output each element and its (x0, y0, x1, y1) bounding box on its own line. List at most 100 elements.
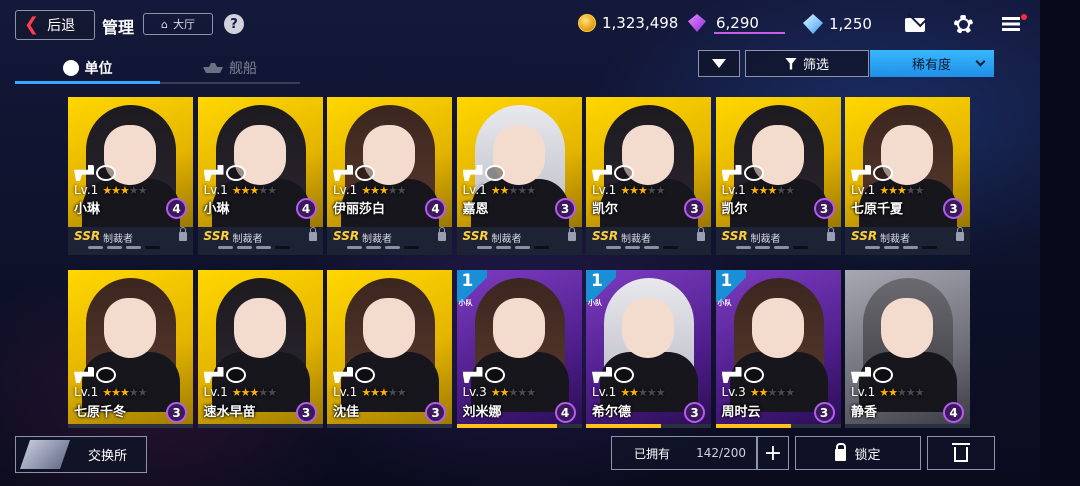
unit-name: 七原千夏 (851, 202, 904, 217)
unit-card[interactable]: Lv.1 ★★★★★ 凯尔 3 SSR 制裁者 (586, 97, 711, 255)
role-label: 制裁者 (491, 234, 522, 245)
unit-card[interactable]: Lv.1 ★★★★★ 小琳 4 SSR 制裁者 (68, 97, 193, 255)
unit-card[interactable]: Lv.1 ★★★★★ 沈佳 3 (327, 270, 452, 428)
lock-button[interactable]: 锁定 (795, 436, 921, 470)
character-face (881, 298, 933, 358)
character-face (104, 298, 156, 358)
sort-order-dropdown[interactable] (698, 50, 740, 77)
sort-rarity-button[interactable]: 稀有度 (870, 50, 994, 77)
owned-label: 已拥有 (634, 446, 671, 461)
back-label: 后退 (47, 18, 76, 34)
unit-type-icons (851, 165, 893, 181)
help-icon[interactable]: ? (224, 14, 244, 34)
unit-card[interactable]: Lv.1 ★★★★★ 七原千夏 3 SSR 制裁者 (845, 97, 970, 255)
unit-name: 嘉恩 (462, 202, 489, 217)
unit-count-badge: 3 (554, 198, 576, 219)
unit-level: Lv.1 (333, 385, 358, 399)
star-rating: ★★★★★ (361, 385, 406, 399)
role-type-icon (743, 165, 764, 181)
level-row: Lv.1 ★★★★★ (204, 385, 278, 399)
level-row: Lv.1 ★★★★★ (462, 183, 537, 197)
unit-name: 沈佳 (333, 405, 360, 420)
character-face (622, 298, 674, 358)
exchange-icon (20, 440, 70, 469)
lobby-button[interactable]: ⌂ 大厅 (143, 13, 213, 35)
unit-type-icons (592, 367, 634, 383)
tab-units[interactable]: 单位 (15, 54, 160, 84)
mail-icon[interactable] (905, 18, 925, 32)
role-type-icon (484, 165, 505, 181)
exchange-button[interactable]: 交换所 (15, 436, 147, 473)
expand-capacity-button[interactable]: + (757, 436, 789, 470)
unit-type-icons (462, 165, 505, 181)
unit-count-badge: 4 (943, 402, 964, 423)
character-face (751, 298, 804, 358)
skill-slots (476, 246, 549, 249)
tab-ships[interactable]: 舰船 (160, 54, 300, 84)
rarity-label: SSR (333, 229, 360, 243)
menu-icon[interactable] (1002, 17, 1020, 31)
unit-count-badge: 3 (813, 402, 835, 423)
exp-bar (197, 424, 323, 428)
role-type-icon (355, 367, 375, 383)
unit-card[interactable]: 1 小队 Lv.3 ★★★★★ 周时云 3 (715, 270, 841, 428)
card-footer: SSR 制裁者 (197, 227, 323, 255)
unit-name: 凯尔 (721, 202, 748, 217)
unit-type-icons (74, 367, 116, 383)
unit-card[interactable]: Lv.1 ★★★★★ 速水早苗 3 (197, 270, 323, 428)
unit-card[interactable]: 1 小队 Lv.1 ★★★★★ 希尔德 3 (586, 270, 711, 428)
unit-name: 静香 (851, 405, 878, 420)
unit-name: 小琳 (74, 202, 101, 217)
unit-count-badge: 4 (295, 198, 317, 219)
gem-counter[interactable]: 6,290 (688, 14, 759, 32)
unit-type-icons (203, 367, 246, 383)
role-type-icon (355, 165, 375, 181)
filter-button[interactable]: 筛选 (745, 50, 869, 77)
back-button[interactable]: ❮ 后退 (15, 10, 95, 40)
diamond-counter[interactable]: 1,250 (803, 14, 872, 34)
unit-card[interactable]: 1 小队 Lv.3 ★★★★★ 刘米娜 4 (456, 270, 582, 428)
filter-label: 筛选 (802, 58, 829, 73)
lock-icon (438, 227, 446, 241)
unit-level: Lv.1 (851, 385, 876, 399)
unit-card[interactable]: Lv.1 ★★★★★ 小琳 4 SSR 制裁者 (197, 97, 323, 255)
tab-units-label: 单位 (84, 61, 113, 77)
unit-level: Lv.1 (462, 183, 487, 197)
skill-slots (735, 246, 808, 249)
unit-card[interactable]: Lv.1 ★★★★★ 嘉恩 3 SSR 制裁者 (456, 97, 582, 255)
trash-icon (952, 443, 970, 462)
unit-type-icons (333, 367, 375, 383)
level-row: Lv.1 ★★★★★ (851, 183, 925, 197)
sort-rarity-label: 稀有度 (912, 58, 952, 73)
lock-icon (835, 443, 847, 461)
gear-icon[interactable] (954, 15, 973, 34)
role-label: 制裁者 (880, 234, 910, 245)
back-chevron-icon: ❮ (24, 14, 40, 35)
level-row: Lv.1 ★★★★★ (74, 183, 148, 197)
unit-card[interactable]: Lv.1 ★★★★★ 静香 4 (845, 270, 970, 428)
star-rating: ★★★★★ (490, 183, 536, 197)
level-row: Lv.1 ★★★★★ (333, 183, 407, 197)
rank-badge: 1 小队 (715, 270, 746, 307)
rarity-label: SSR (462, 229, 489, 243)
unit-level: Lv.3 (721, 385, 746, 399)
notification-dot (1021, 14, 1027, 20)
triangle-down-icon (712, 59, 726, 68)
unit-card[interactable]: Lv.1 ★★★★★ 伊丽莎白 4 SSR 制裁者 (327, 97, 452, 255)
unit-name: 凯尔 (592, 202, 619, 217)
level-row: Lv.1 ★★★★★ (592, 385, 666, 399)
chevron-down-icon (975, 56, 986, 67)
unit-count-badge: 4 (166, 198, 187, 219)
star-rating: ★★★★★ (102, 183, 147, 197)
dismiss-button[interactable] (927, 436, 995, 470)
unit-level: Lv.1 (721, 183, 746, 197)
weapon-type-icon (203, 165, 224, 181)
unit-type-icons (203, 165, 246, 181)
exp-bar (845, 424, 970, 428)
unit-card[interactable]: Lv.1 ★★★★★ 七原千冬 3 (68, 270, 193, 428)
unit-card[interactable]: Lv.1 ★★★★★ 凯尔 3 SSR 制裁者 (715, 97, 841, 255)
card-footer: SSR 制裁者 (845, 227, 970, 255)
level-row: Lv.3 ★★★★★ (463, 385, 537, 399)
level-row: Lv.1 ★★★★★ (851, 385, 925, 399)
tab-ships-label: 舰船 (229, 61, 257, 77)
